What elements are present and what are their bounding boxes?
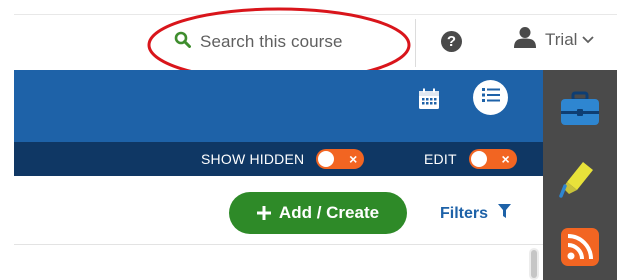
plus-icon <box>256 202 271 224</box>
search-label: Search this course <box>200 32 343 51</box>
course-toolbar <box>14 70 543 142</box>
course-page: Search this course ? Trial SHOW HIDDEN ×… <box>0 0 621 280</box>
edit-toggle[interactable]: × <box>468 149 517 169</box>
list-view-button[interactable] <box>473 80 508 115</box>
user-icon <box>513 26 537 53</box>
scrollbar[interactable] <box>529 248 539 280</box>
tool-sidebar <box>543 70 617 280</box>
briefcase-icon[interactable] <box>559 88 601 130</box>
visibility-bar: SHOW HIDDEN × EDIT × <box>14 142 543 176</box>
toggle-knob <box>318 151 335 167</box>
search-course[interactable]: Search this course <box>174 27 343 57</box>
rss-icon[interactable] <box>559 226 601 268</box>
toggle-off-mark: × <box>501 151 510 167</box>
show-hidden-group: SHOW HIDDEN × <box>201 149 365 169</box>
content-divider <box>14 244 543 245</box>
help-icon[interactable]: ? <box>441 31 462 52</box>
top-header: Search this course ? Trial <box>14 14 617 70</box>
scrollbar-thumb[interactable] <box>531 250 537 278</box>
toggle-knob <box>470 151 487 167</box>
add-create-label: Add / Create <box>278 203 380 222</box>
add-create-button[interactable]: Add / Create <box>229 192 407 234</box>
header-divider <box>415 19 416 67</box>
filters-label: Filters <box>440 204 489 222</box>
toggle-off-mark: × <box>349 151 358 167</box>
content-area: Add / Create Filters <box>14 176 543 280</box>
user-menu[interactable]: Trial <box>513 26 595 53</box>
highlighter-icon[interactable] <box>559 156 601 198</box>
filters-button[interactable]: Filters <box>440 204 512 223</box>
user-name: Trial <box>545 29 578 49</box>
search-icon <box>174 31 191 53</box>
show-hidden-label: SHOW HIDDEN <box>201 151 305 167</box>
list-view-icon <box>481 87 500 108</box>
chevron-down-icon <box>582 31 595 49</box>
filter-icon <box>498 204 512 223</box>
edit-label: EDIT <box>424 151 457 167</box>
edit-group: EDIT × <box>424 149 517 169</box>
show-hidden-toggle[interactable]: × <box>316 149 365 169</box>
calendar-icon[interactable] <box>418 88 440 110</box>
